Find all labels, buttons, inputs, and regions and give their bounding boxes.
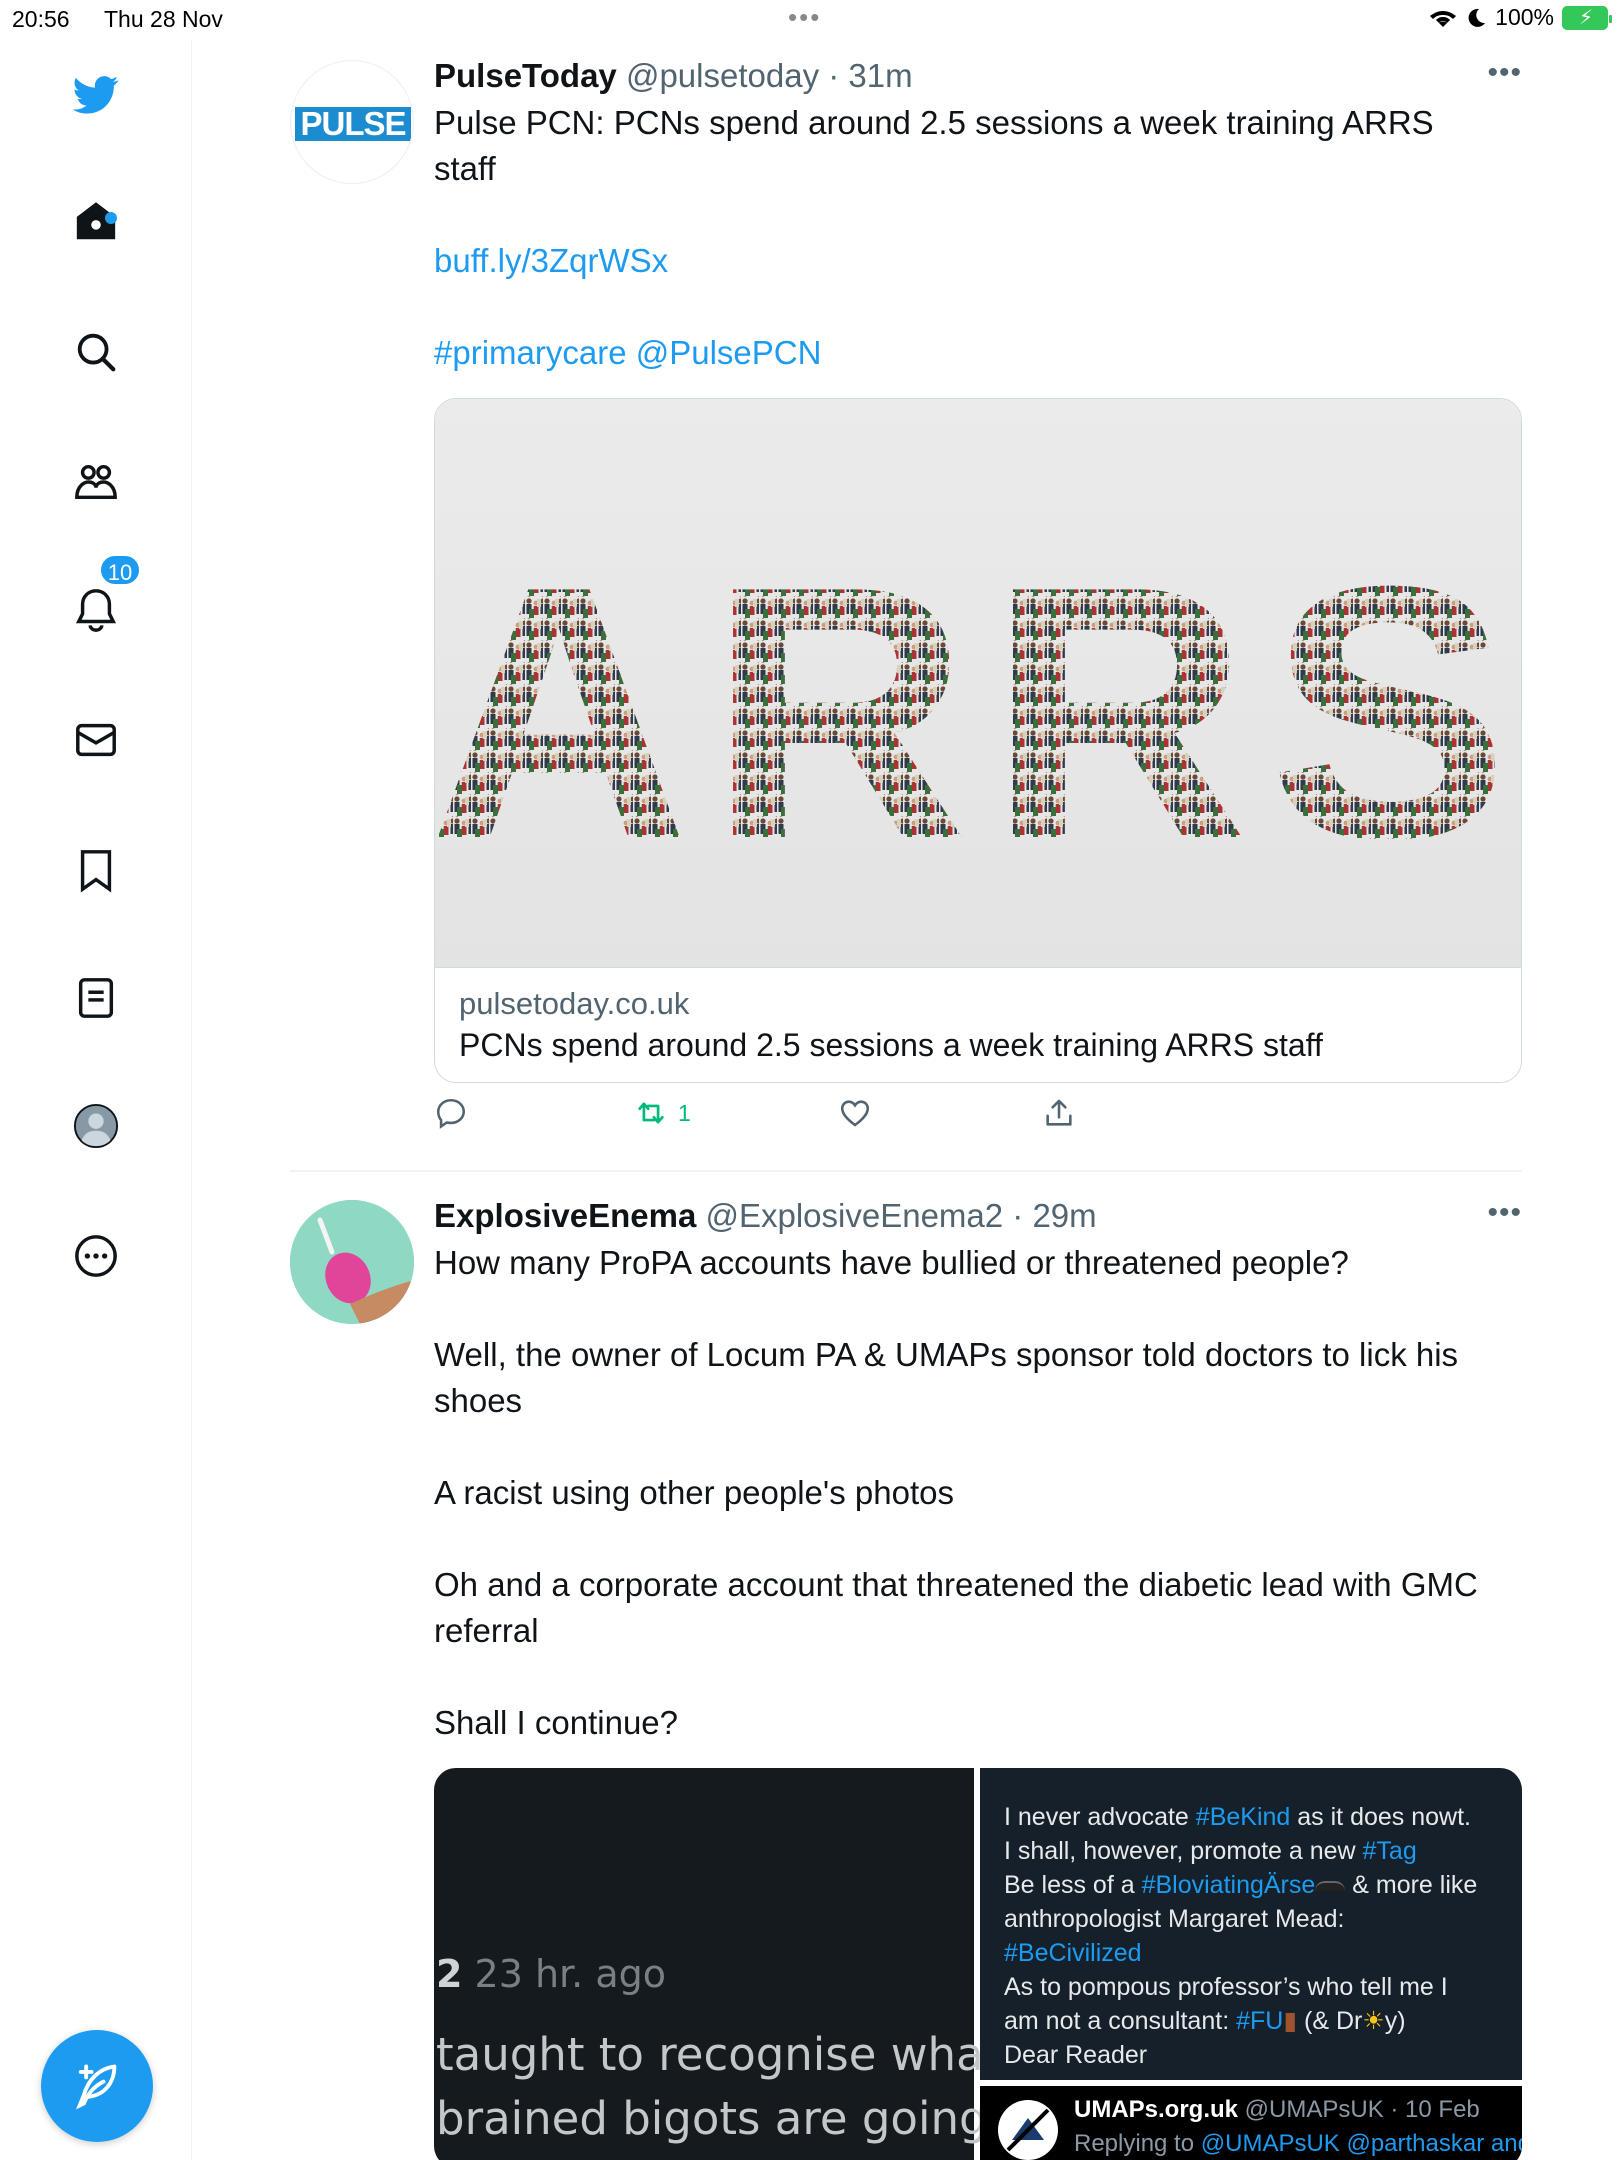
author-handle[interactable]: @ExplosiveEnema2 [705,1197,1003,1234]
author-handle[interactable]: @pulsetoday [626,57,819,94]
tweet-paragraph: How many ProPA accounts have bullied or … [434,1244,1349,1281]
multitasking-dots-icon[interactable]: ••• [788,2,821,33]
tweet-paragraph: Well, the owner of Locum PA & UMAPs spon… [434,1336,1459,1419]
compose-tweet-button[interactable] [41,2030,153,2142]
sidebar-nav: 10 [0,40,192,2160]
quoted-author: UMAPs.org.uk @UMAPsUK · 10 Feb [1074,2096,1480,2123]
messages-mail-icon[interactable] [70,714,122,766]
tweet-paragraph: Oh and a corporate account that threaten… [434,1566,1478,1649]
tweet-header: ExplosiveEnema @ExplosiveEnema2 · 29m [434,1196,1522,1236]
tweet-header: PulseToday @pulsetoday · 31m [434,56,1522,96]
media-image-right[interactable]: I never advocate #BeKind as it does nowt… [980,1768,1522,2160]
media-right-text: I never advocate #BeKind as it does nowt… [1004,1803,1478,2069]
tweet-text: How many ProPA accounts have bullied or … [434,1240,1522,1746]
home-unread-dot [105,212,117,224]
hashtag-link[interactable]: #primarycare [434,334,627,371]
battery-icon: ⚡ [1562,5,1612,30]
like-button[interactable] [838,1096,872,1130]
tweet-content: ExplosiveEnema @ExplosiveEnema2 · 29m ••… [434,1196,1522,1746]
umaps-avatar [998,2100,1058,2160]
more-menu-icon[interactable]: ••• [1487,56,1522,90]
status-date: Thu 28 Nov [104,6,223,32]
bookmarks-icon[interactable] [70,844,122,896]
tweet-divider [290,1170,1522,1172]
more-options-icon[interactable] [70,1230,122,1282]
battery-percent: 100% [1495,4,1554,30]
status-right: 100% ⚡ [1429,4,1612,31]
tweet-link[interactable]: buff.ly/3ZqrWSx [434,238,1522,284]
author-name[interactable]: PulseToday [434,57,617,94]
retweet-button[interactable]: 1 [634,1096,691,1130]
status-time: 20:56 [12,6,70,32]
link-preview-card[interactable]: ARRS pulsetoday.co.uk PCNs spend around … [434,398,1522,1083]
wifi-icon [1430,10,1457,27]
status-bar: 20:56 Thu 28 Nov ••• 100% ⚡ [0,0,1620,40]
card-meta: pulsetoday.co.uk PCNs spend around 2.5 s… [435,967,1521,1082]
tweet-explosiveenema[interactable]: ExplosiveEnema @ExplosiveEnema2 · 29m ••… [290,1196,1522,2160]
sun-emoji-icon: ☀ [1362,2007,1385,2035]
profile-avatar-icon[interactable] [70,1100,122,1152]
avatar[interactable] [290,1200,414,1324]
compose-feather-icon [75,2064,117,2110]
reply-button[interactable] [434,1096,468,1130]
card-title: PCNs spend around 2.5 sessions a week tr… [459,1027,1323,1063]
search-icon[interactable] [70,326,122,378]
arrs-crowd-image: ARRS [435,512,1522,914]
notifications-bell-icon[interactable] [70,584,122,636]
tweet-paragraph: A racist using other people's photos [434,1474,954,1511]
tweet-text: Pulse PCN: PCNs spend around 2.5 session… [434,100,1522,376]
lists-icon[interactable] [70,972,122,1024]
share-icon [1046,1099,1072,1126]
tweet-content: PulseToday @pulsetoday · 31m ••• Pulse P… [434,56,1522,376]
quoted-tweet-strip: UMAPs.org.uk @UMAPsUK · 10 Feb Replying … [980,2080,1522,2160]
tweet-line: staff [434,150,496,187]
tweet-media-grid: 2 23 hr. ago taught to recognise what th… [434,1768,1522,2160]
pulse-logo: PULSE [295,107,411,141]
enema-bulb-avatar-image [290,1200,414,1324]
reply-icon [436,1098,466,1129]
mention-link[interactable]: @PulsePCN [636,334,822,371]
retweet-count: 1 [678,1099,691,1126]
card-domain: pulsetoday.co.uk [459,986,690,1021]
media-left-line1: 2 23 hr. ago [436,1952,666,1996]
communities-icon[interactable] [70,456,122,508]
share-button[interactable] [1042,1096,1076,1130]
quoted-reply-line: Replying to @UMAPsUK @parthaskar and [1074,2130,1522,2157]
tweet-paragraph: Shall I continue? [434,1704,679,1741]
heart-icon [840,1100,870,1127]
avatar[interactable]: PULSE [290,60,414,184]
card-image-text: ARRS [435,512,1522,914]
tweet-pulsetoday[interactable]: PULSE PulseToday @pulsetoday · 31m ••• P… [290,56,1522,1156]
twitter-logo-icon[interactable] [70,68,122,120]
moon-icon [1468,8,1486,27]
tweet-time[interactable]: · 31m [828,57,912,94]
tweet-actions: 1 [434,1096,1114,1142]
tweet-time[interactable]: · 29m [1012,1197,1096,1234]
tweet-line: Pulse PCN: PCNs spend around 2.5 session… [434,104,1434,141]
card-image: ARRS [435,399,1521,967]
more-menu-icon[interactable]: ••• [1487,1196,1522,1230]
notifications-badge: 10 [98,553,142,587]
media-image-left[interactable]: 2 23 hr. ago taught to recognise what th… [434,1768,1116,2160]
hat-emoji-icon [1315,1881,1346,1892]
retweet-icon [638,1102,664,1124]
middle-finger-emoji-icon: ▮ [1283,2007,1298,2035]
author-name[interactable]: ExplosiveEnema [434,1197,696,1234]
